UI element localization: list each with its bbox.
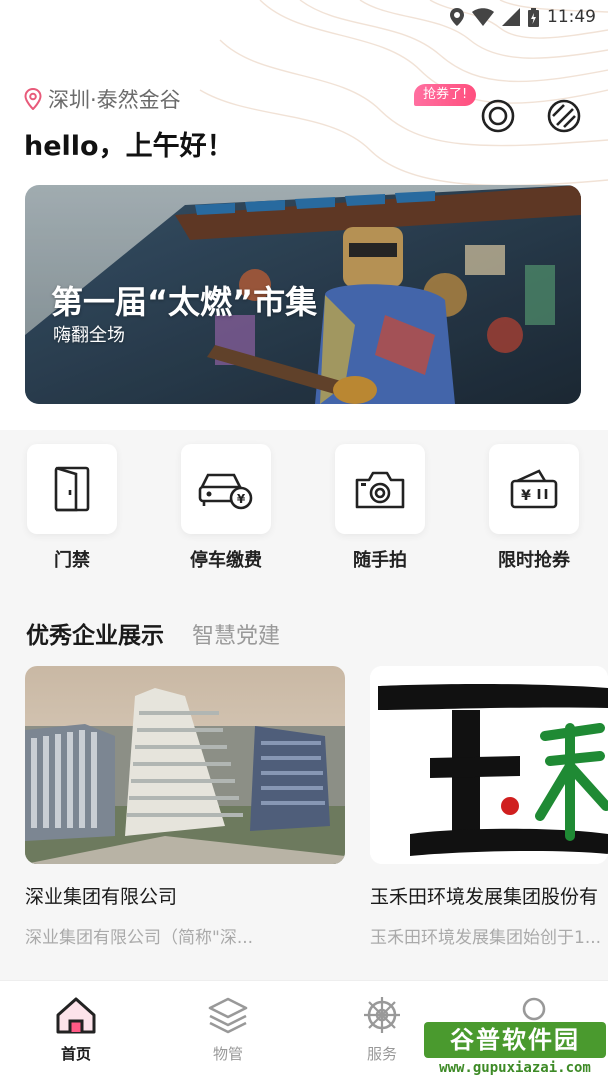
- service-box: ¥: [489, 444, 579, 534]
- location-text: 深圳·泰然金谷: [48, 88, 181, 112]
- location-pin-icon: [24, 88, 42, 110]
- svg-text:¥: ¥: [237, 492, 246, 506]
- service-label: 停车缴费: [190, 550, 262, 571]
- site-watermark: 谷普软件园 www.gupuxiazai.com: [424, 1022, 606, 1078]
- company-logo-image: [370, 666, 608, 864]
- wheel-icon: [364, 997, 400, 1033]
- company-description: 深业集团有限公司（简称"深...: [25, 928, 254, 948]
- service-coupon-rush[interactable]: ¥ 限时抢券: [484, 444, 584, 572]
- svg-text:¥: ¥: [521, 488, 531, 504]
- tab-service[interactable]: 服务: [342, 995, 422, 1064]
- tab-service-label: 服务: [366, 1045, 397, 1063]
- service-box: [27, 444, 117, 534]
- tab-smart-party-building[interactable]: 智慧党建: [192, 618, 280, 650]
- service-door-access[interactable]: 门禁: [22, 444, 122, 572]
- service-snapshot[interactable]: 随手拍: [330, 444, 430, 572]
- service-box: [335, 444, 425, 534]
- layers-icon: [208, 997, 248, 1034]
- home-icon: [56, 997, 96, 1034]
- door-icon: [54, 466, 90, 512]
- company-name: 深业集团有限公司: [25, 886, 178, 908]
- service-box: ¥: [181, 444, 271, 534]
- company-card[interactable]: 深业集团有限公司 深业集团有限公司（简称"深...: [25, 666, 345, 948]
- signal-icon: [502, 8, 520, 26]
- banner-subtitle: 嗨翻全场: [53, 325, 125, 346]
- greeting-text: hello，上午好！: [24, 131, 234, 162]
- quick-services: 门禁 ¥ 停车缴费 随手拍 ¥ 限时抢券: [0, 444, 608, 584]
- status-time: 11:49: [547, 7, 596, 27]
- service-label: 门禁: [54, 550, 90, 571]
- target-icon[interactable]: [480, 98, 516, 134]
- service-parking-pay[interactable]: ¥ 停车缴费: [176, 444, 276, 572]
- battery-icon: [528, 7, 539, 27]
- tab-home-label: 首页: [60, 1045, 91, 1063]
- slash-circle-icon[interactable]: [546, 98, 582, 134]
- location-status-icon: [450, 8, 464, 26]
- banner-title: 第一届“太燃”市集: [51, 283, 318, 321]
- company-image: [370, 666, 608, 864]
- company-image: [25, 666, 345, 864]
- company-card[interactable]: 玉禾田环境发展集团股份有 玉禾田环境发展集团始创于1...: [370, 666, 608, 948]
- camera-icon: [355, 471, 405, 509]
- tab-enterprise-showcase[interactable]: 优秀企业展示: [26, 616, 164, 650]
- promo-banner[interactable]: 第一届“太燃”市集 嗨翻全场: [25, 185, 581, 404]
- car-yen-icon: ¥: [198, 473, 253, 510]
- wifi-icon: [472, 8, 494, 26]
- section-tabs: 优秀企业展示 智慧党建: [26, 616, 280, 650]
- location-selector[interactable]: 深圳·泰然金谷: [24, 84, 181, 114]
- company-name: 玉禾田环境发展集团股份有: [370, 886, 599, 908]
- ticket-yen-icon: ¥: [510, 469, 558, 509]
- coupon-badge[interactable]: 抢券了!: [414, 84, 477, 106]
- company-description: 玉禾田环境发展集团始创于1...: [370, 928, 602, 948]
- tab-property-label: 物管: [212, 1045, 243, 1063]
- service-label: 随手拍: [353, 550, 407, 571]
- status-bar: 11:49: [0, 0, 608, 36]
- watermark-brand: 谷普软件园: [424, 1022, 606, 1058]
- watermark-url: www.gupuxiazai.com: [439, 1060, 591, 1076]
- tab-property[interactable]: 物管: [188, 995, 268, 1064]
- building-photo: [25, 666, 345, 864]
- tab-home[interactable]: 首页: [36, 995, 116, 1064]
- service-label: 限时抢券: [498, 550, 570, 571]
